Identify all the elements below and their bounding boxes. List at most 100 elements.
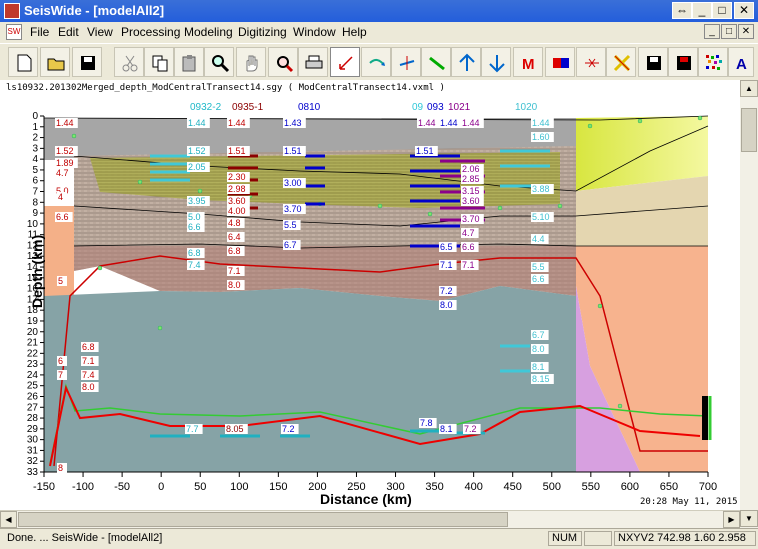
y-tick-label: 3 [32, 143, 38, 154]
new-file-icon [17, 54, 32, 72]
new-file-button[interactable] [8, 47, 38, 77]
pan-hand-icon [246, 55, 258, 72]
cursor-coordinates: NXYV2 742.98 1.60 2.958 [614, 531, 756, 546]
menu-window[interactable]: Window [293, 25, 336, 39]
maximize-button[interactable]: □ [712, 2, 732, 19]
x-tick-label: 650 [660, 481, 678, 493]
mdi-close-button[interactable]: ✕ [738, 24, 754, 39]
menu-digitizing[interactable]: Digitizing [238, 25, 287, 39]
curve-tool-button[interactable] [361, 47, 391, 77]
menu-help[interactable]: Help [342, 25, 367, 39]
move-up-button[interactable] [451, 47, 481, 77]
velocity-label: 3.70 [284, 204, 302, 214]
y-tick-label: 26 [27, 391, 39, 402]
noise-button[interactable] [698, 47, 728, 77]
color-blocks-button[interactable] [545, 47, 575, 77]
scroll-right-button[interactable]: ▶ [723, 511, 740, 528]
menu-file[interactable]: File [30, 25, 49, 39]
clear-button[interactable] [606, 47, 636, 77]
vertical-scroll-thumb[interactable] [741, 108, 757, 152]
pick-button[interactable] [330, 47, 360, 77]
y-tick-label: 8 [32, 197, 38, 208]
velocity-label: 1.44 [418, 118, 436, 128]
velocity-label: 1.52 [188, 146, 206, 156]
velocity-label: 4.4 [532, 234, 545, 244]
mdi-maximize-button[interactable]: □ [721, 24, 737, 39]
minimize-button[interactable]: _ [692, 2, 712, 19]
x-tick-label: -100 [72, 481, 94, 493]
x-tick-label: 450 [504, 481, 522, 493]
velocity-label: 1.51 [284, 146, 302, 156]
save-button[interactable] [72, 47, 102, 77]
node-move-button[interactable] [391, 47, 421, 77]
horizontal-scroll-thumb[interactable] [18, 512, 508, 527]
close-button[interactable]: ✕ [734, 2, 754, 19]
velocity-label: 6.7 [532, 330, 545, 340]
velocity-label: 7.2 [464, 424, 477, 434]
draw-line-button[interactable] [421, 47, 451, 77]
save-red-button[interactable] [668, 47, 698, 77]
zoom-button[interactable] [204, 47, 234, 77]
arrow-up-icon [459, 53, 475, 71]
text-icon-text: A [736, 56, 747, 73]
save-red-icon [677, 56, 691, 70]
velocity-label: 1.89 [56, 158, 74, 168]
y-tick-label: 2 [32, 133, 38, 144]
menu-view[interactable]: View [87, 25, 113, 39]
vertical-scrollbar[interactable]: ▲ ▼ [740, 80, 758, 528]
velocity-label: 5.5 [284, 220, 297, 230]
station-label-0935-1: 0935-1 [232, 102, 264, 113]
y-tick-label: 7 [32, 187, 38, 198]
scroll-up-button[interactable]: ▲ [740, 80, 758, 97]
mdi-minimize-button[interactable]: _ [704, 24, 720, 39]
right-marker-column [702, 396, 712, 440]
open-folder-icon [47, 58, 65, 71]
y-tick-label: 6 [32, 176, 38, 187]
x-tick-label: 700 [699, 481, 717, 493]
velocity-label: 1.60 [532, 132, 550, 142]
zoom-out-button[interactable] [268, 47, 298, 77]
horizontal-scrollbar[interactable]: ◀ ▶ [0, 510, 740, 528]
pick-arrow-icon [339, 56, 353, 70]
cut-button[interactable] [114, 47, 144, 77]
pan-button[interactable] [236, 47, 266, 77]
paste-button[interactable] [174, 47, 204, 77]
y-tick-label: 9 [32, 208, 38, 219]
plot-canvas[interactable]: 0 1 2 3 4 5 6 7 8 9 10 11 12 13 14 15 16 17 18 19 20 21 22 23 24… [0, 96, 740, 527]
velocity-label: 1.51 [416, 146, 434, 156]
x-tick-label: 100 [230, 481, 248, 493]
model-plot[interactable]: 0123456789101112131415161718192021222324… [0, 96, 740, 527]
copy-button[interactable] [144, 47, 174, 77]
move-down-button[interactable] [481, 47, 511, 77]
station-labels: 0932-2 0935-1 0810 09 093 1021 1020 [190, 102, 538, 113]
menu-processing[interactable]: Processing [121, 25, 180, 39]
restore-toggle-button[interactable]: ⇔ [672, 2, 692, 19]
velocity-label: 8.1 [440, 424, 453, 434]
velocity-label: 6.4 [228, 232, 241, 242]
velocity-label: 1.44 [532, 118, 550, 128]
document-icon[interactable]: SW [6, 24, 22, 40]
open-button[interactable] [40, 47, 70, 77]
print-icon [305, 55, 323, 69]
y-tick-label: 10 [27, 219, 39, 230]
velocity-label: 5.5 [532, 262, 545, 272]
delete-node-button[interactable] [576, 47, 606, 77]
velocity-label: 1.51 [228, 146, 246, 156]
menu-edit[interactable]: Edit [58, 25, 79, 39]
node-move-icon [399, 56, 415, 70]
mantle-region [44, 286, 576, 472]
scroll-down-button[interactable]: ▼ [740, 510, 758, 527]
y-tick-label: 22 [27, 348, 39, 359]
velocity-label: 5.10 [532, 212, 550, 222]
m-tool-button[interactable]: M [513, 47, 543, 77]
toolbar: M A [0, 43, 758, 81]
save-model-button[interactable] [638, 47, 668, 77]
menu-modeling[interactable]: Modeling [184, 25, 233, 39]
velocity-label: 3.60 [228, 196, 246, 206]
velocity-label: 8.0 [228, 280, 241, 290]
scroll-left-button[interactable]: ◀ [0, 511, 17, 528]
print-button[interactable] [298, 47, 328, 77]
y-tick-label: 4 [32, 154, 38, 165]
curve-arrow-icon [369, 59, 385, 66]
text-tool-button[interactable]: A [728, 47, 754, 77]
